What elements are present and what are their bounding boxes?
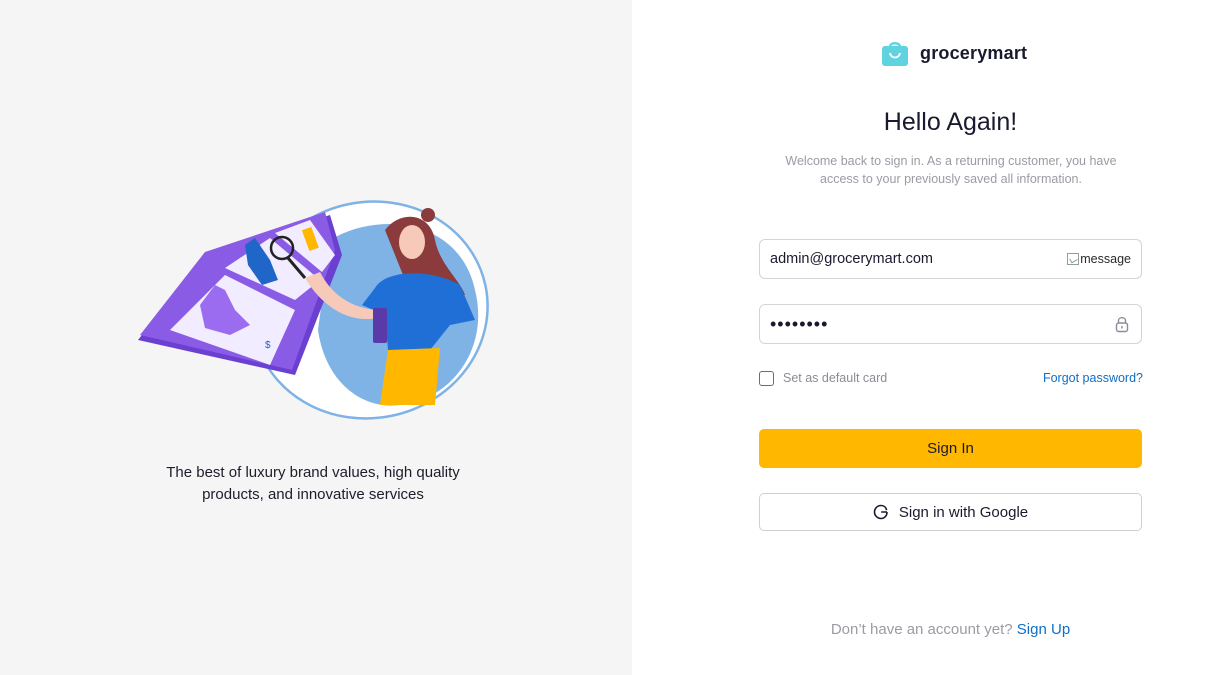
brand-name: grocerymart <box>920 42 1028 63</box>
signup-prompt: Don’t have an account yet? Sign Up <box>632 621 1227 638</box>
sign-up-link[interactable]: Sign Up <box>1017 621 1070 638</box>
message-icon: message <box>1067 240 1141 278</box>
page-title: Hello Again! <box>883 108 1018 136</box>
svg-text:$: $ <box>265 340 271 351</box>
broken-image-icon: message <box>1067 252 1131 266</box>
google-g-icon <box>873 504 888 520</box>
default-card-checkbox[interactable] <box>759 370 774 386</box>
signup-prompt-text: Don’t have an account yet? <box>830 621 1013 638</box>
page-subtitle: Welcome back to sign in. As a returning … <box>785 154 1117 186</box>
password-field[interactable] <box>759 304 1142 344</box>
email-input[interactable] <box>760 240 1077 278</box>
shopping-illustration: $ <box>138 200 489 420</box>
left-panel: $ The best of luxury brand values, high … <box>0 0 632 675</box>
lock-icon-wrap[interactable] <box>1077 305 1141 343</box>
right-panel: grocerymart Hello Again! Welcome back to… <box>632 0 1227 675</box>
lock-icon[interactable] <box>1113 315 1131 333</box>
default-card-label: Set as default card <box>783 371 888 385</box>
tagline: The best of luxury brand values, high qu… <box>140 462 486 506</box>
forgot-password-link[interactable]: Forgot password? <box>1043 371 1143 385</box>
google-sign-in-button[interactable]: Sign in with Google <box>759 493 1142 531</box>
brand[interactable]: grocerymart <box>881 38 1027 68</box>
shopping-bag-icon <box>882 42 908 66</box>
options-row: Set as default card Forgot password? <box>759 368 1143 388</box>
tagline-line-2: products, and innovative services <box>202 486 424 503</box>
message-icon-alt-text: message <box>1080 252 1131 266</box>
sign-in-button[interactable]: Sign In <box>759 429 1142 468</box>
tagline-line-1: The best of luxury brand values, high qu… <box>166 464 460 481</box>
default-card-option[interactable]: Set as default card <box>759 370 888 386</box>
google-sign-in-label: Sign in with Google <box>898 503 1029 521</box>
password-input[interactable] <box>760 305 1077 343</box>
email-field[interactable]: message <box>759 239 1142 279</box>
